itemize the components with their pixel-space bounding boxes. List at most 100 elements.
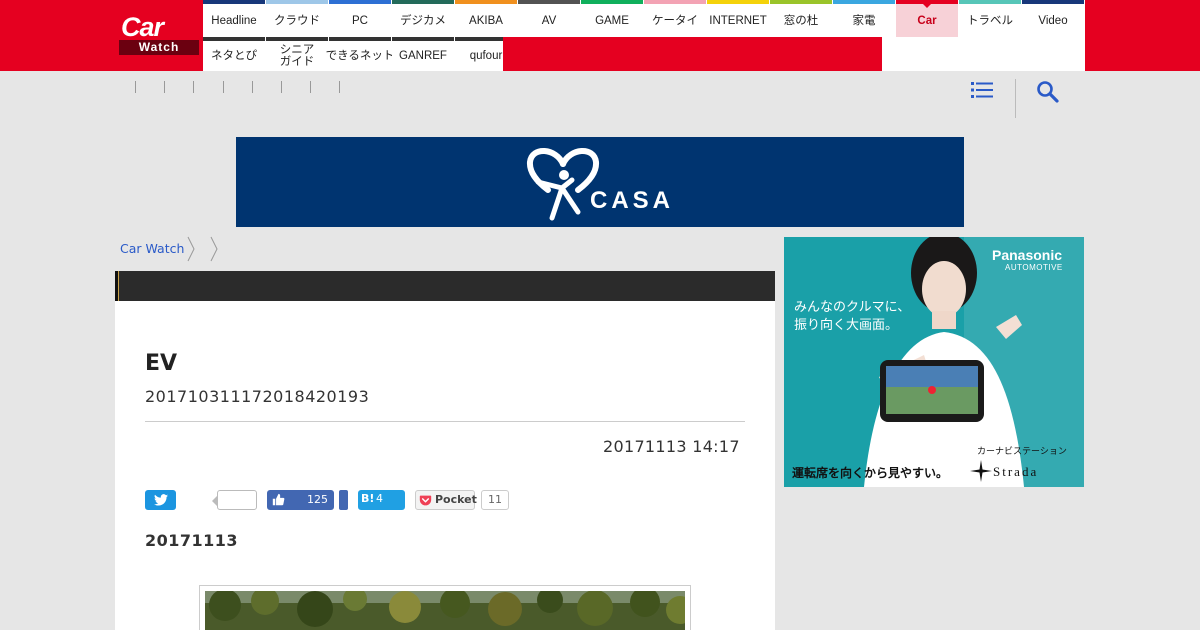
nav-item-label: Headline	[211, 14, 257, 27]
pocket-icon	[419, 495, 432, 506]
facebook-share-button[interactable]	[339, 490, 348, 510]
nav-item-1-3[interactable]: GANREF	[392, 37, 454, 71]
article-body	[115, 301, 775, 630]
nav-item-1-1[interactable]: シニア ガイド	[266, 37, 328, 71]
category-title-bar	[115, 271, 775, 301]
nav-item-0-12[interactable]: トラベル	[959, 0, 1021, 37]
hatena-bookmark-button[interactable]: B! 4	[358, 490, 405, 510]
nav-item-label: AKIBA	[469, 14, 503, 27]
article-date: 20171113 14:17	[603, 437, 740, 456]
nav-item-label: GANREF	[399, 50, 447, 62]
ad-brand-sub: AUTOMOTIVE	[1005, 263, 1063, 272]
nav-item-label: GAME	[595, 14, 629, 27]
ad-brand: Panasonic	[992, 247, 1063, 263]
nav-color-bar	[392, 37, 454, 41]
search-icon[interactable]	[1036, 80, 1060, 104]
ad-headline-2: 振り向く大画面。	[794, 318, 899, 333]
twitter-icon	[154, 494, 168, 506]
nav-item-label: デジカメ	[400, 14, 446, 27]
breadcrumb-car-watch[interactable]: Car Watch	[120, 241, 184, 256]
nav-color-bar	[896, 0, 958, 4]
nav-item-label: クラウド	[274, 14, 320, 27]
nav-item-label: シニア ガイド	[279, 44, 315, 68]
nav-item-label: Car	[917, 14, 937, 27]
breadcrumb-chevron-icon	[187, 236, 195, 262]
nav-filler	[503, 37, 882, 71]
panasonic-strada-ad[interactable]: Panasonic AUTOMOTIVE みんなのクルマに、 振り向く大画面。 …	[784, 237, 1084, 487]
article-title: EV	[145, 351, 178, 376]
nav-item-label: 窓の杜	[783, 14, 819, 27]
nav-item-0-4[interactable]: AKIBA	[455, 0, 517, 37]
nav-item-1-2[interactable]: できるネット	[326, 37, 394, 71]
twitter-share-count	[212, 490, 257, 510]
nav-item-0-3[interactable]: デジカメ	[392, 0, 454, 37]
nav-color-bar	[770, 0, 832, 4]
nav-color-bar	[329, 0, 391, 4]
nav-color-bar	[707, 0, 769, 4]
nav-color-bar	[833, 0, 895, 4]
nav-item-0-8[interactable]: INTERNET	[707, 0, 769, 37]
article-divider	[145, 421, 745, 422]
title-bar-accent	[115, 271, 119, 301]
nav-item-label: できるネット	[325, 50, 395, 62]
nav-item-0-9[interactable]: 窓の杜	[770, 0, 832, 37]
pocket-count: 11	[481, 490, 509, 510]
thumbs-up-icon	[272, 493, 285, 506]
hatena-bookmark-count: 4	[376, 492, 383, 505]
logo-watch-text: Watch	[119, 40, 199, 55]
nav-color-bar	[518, 0, 580, 4]
toolbar-divider	[1015, 79, 1016, 118]
nav-item-0-0[interactable]: Headline	[203, 0, 265, 37]
nav-item-label: INTERNET	[709, 14, 767, 27]
nav-color-bar	[392, 0, 454, 4]
nav-item-label: ケータイ	[652, 14, 698, 27]
car-watch-logo[interactable]: Car Watch	[117, 14, 199, 56]
nav-color-bar	[644, 0, 706, 4]
nav-item-label: qufour	[469, 50, 503, 62]
nav-color-bar	[266, 37, 328, 41]
casa-logo-icon	[526, 148, 600, 221]
nav-item-label: 家電	[852, 14, 876, 27]
nav-color-bar	[329, 37, 391, 41]
nav-item-0-1[interactable]: クラウド	[266, 0, 328, 37]
article-photo[interactable]	[205, 591, 685, 630]
facebook-like-button[interactable]: 125	[267, 490, 334, 510]
article-lead: 20171113	[145, 531, 239, 550]
nav-color-bar	[1022, 0, 1084, 4]
nav-item-label: AV	[541, 14, 557, 27]
nav-item-1-0[interactable]: ネタとぴ	[203, 37, 265, 71]
ad-tagline: 運転席を向くから見やすい。	[792, 466, 949, 480]
nav-item-0-13[interactable]: Video	[1022, 0, 1084, 37]
casa-brand-text: CASA	[590, 187, 675, 214]
nav-item-0-2[interactable]: PC	[329, 0, 391, 37]
logo-car-text: Car	[121, 12, 164, 42]
nav-item-0-7[interactable]: ケータイ	[644, 0, 706, 37]
nav-color-bar	[959, 0, 1021, 4]
ad-product-brand: Strada	[993, 464, 1039, 479]
facebook-like-count: 125	[307, 493, 328, 506]
pocket-save-button[interactable]: Pocket	[415, 490, 477, 510]
pocket-label: Pocket	[435, 493, 477, 506]
nav-item-label: Video	[1038, 14, 1068, 27]
nav-item-0-5[interactable]: AV	[518, 0, 580, 37]
breadcrumb-chevron-icon	[210, 236, 218, 262]
nav-color-bar	[203, 37, 265, 41]
nav-color-bar	[581, 0, 643, 4]
ad-headline-1: みんなのクルマに、	[794, 300, 911, 315]
nav-item-label: トラベル	[967, 14, 1013, 27]
nav-color-bar	[203, 0, 265, 4]
nav-item-0-6[interactable]: GAME	[581, 0, 643, 37]
strada-star-icon	[970, 460, 992, 482]
nav-item-label: PC	[352, 14, 368, 27]
nav-color-bar	[455, 0, 517, 4]
ad-product-caption: カーナビステーション	[977, 447, 1067, 457]
nav-item-0-10[interactable]: 家電	[833, 0, 895, 37]
hatena-bookmark-icon: B!	[361, 492, 375, 505]
nav-color-bar	[266, 0, 328, 4]
twitter-share-button[interactable]	[145, 490, 176, 510]
article-subtitle: 20171031117201842019​3	[145, 387, 370, 406]
nav-item-0-11[interactable]: Car	[896, 0, 958, 37]
nav-item-label: ネタとぴ	[211, 50, 257, 62]
forest-photo-image	[205, 591, 685, 630]
hamburger-icon[interactable]	[971, 81, 993, 99]
